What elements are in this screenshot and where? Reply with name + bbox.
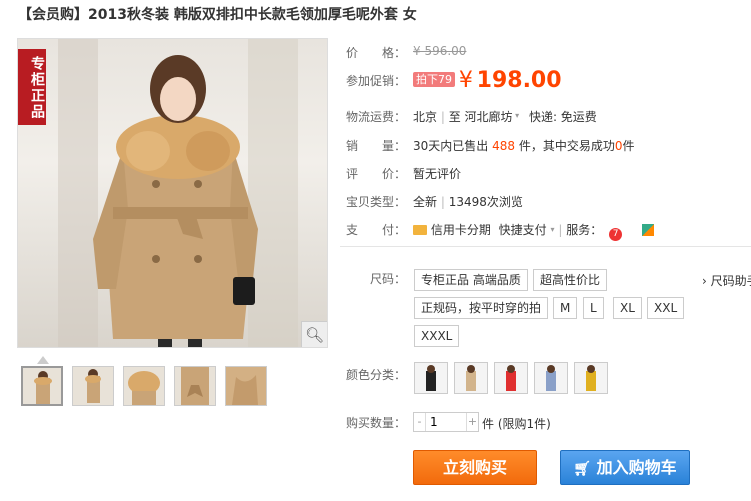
size-option[interactable]: 专柜正品 高端品质 [414,269,528,291]
seven-day-return-icon[interactable]: 7 [609,228,623,241]
divider: | [440,110,449,124]
ship-from: 北京 [413,110,438,124]
cart-icon: 🛒︎ [573,461,592,477]
authentic-tag: 专柜正品 [18,49,46,125]
quantity-input[interactable] [428,413,466,431]
size-helper-text: 尺码助手 [710,274,751,288]
sales-mid-text: 件，其中交易成功 [518,139,615,153]
size-option[interactable]: XXXL [414,325,460,347]
sales-info: 30天内已售出 488 件，其中交易成功0件 [413,137,635,154]
sales-post-text: 件 [622,139,635,153]
size-label: 尺码： [370,272,407,286]
promo-label: 参加促销： [346,74,407,88]
model-in-coat-illustration [93,55,258,347]
currency-symbol: ¥ [458,68,473,93]
size-helper-link[interactable]: › 尺码助手 [702,272,751,289]
promo-price: 198.00 [476,68,562,93]
color-swatch-camel[interactable] [454,362,488,394]
size-option[interactable]: M [553,297,578,319]
quantity-limit: 件 (限购1件) [482,417,551,431]
ship-to-sep: 至 [448,110,461,124]
thumbnail[interactable] [174,366,216,406]
success-count: 0 [614,139,623,153]
size-option[interactable]: L [583,297,604,319]
main-product-image[interactable]: 专柜正品 🔍︎ [17,38,328,348]
price-label: 价 格： [346,46,407,60]
decrement-button[interactable]: - [414,413,426,431]
service-label: 服务： [566,223,603,237]
thumbnail[interactable] [123,366,165,406]
item-type-label: 宝贝类型： [346,195,407,209]
rating-value: 暂无评价 [413,167,462,181]
size-option[interactable]: XL [613,297,642,319]
color-swatch-black[interactable] [414,362,448,394]
color-swatch-red[interactable] [494,362,528,394]
installment-link[interactable]: 信用卡分期 [431,223,491,237]
condition: 全新 [413,195,438,209]
chevron-right-icon: › [702,274,711,288]
color-label: 颜色分类： [346,368,407,382]
view-count: 13498次浏览 [448,195,523,209]
size-option[interactable]: XXL [647,297,685,319]
divider: | [440,195,449,209]
shipping-label: 物流运费： [346,110,407,124]
buy-now-button[interactable]: 立刻购买 [413,450,537,485]
rating-label: 评 价： [346,167,407,181]
product-title: 【会员购】2013秋冬装 韩版双排扣中长款毛领加厚毛呢外套 女 [18,7,417,23]
thumbnail[interactable] [21,366,63,406]
promo-badge: 拍下79 [413,72,455,87]
thumbnail[interactable] [225,366,267,406]
ship-to: 河北廊坊 [464,110,513,124]
thumbnail[interactable] [72,366,114,406]
quantity-label: 购买数量： [346,416,407,430]
shipping-info: 北京 | 至 河北廊坊 ▾ 快递: 免运费 [413,108,597,125]
color-swatch-yellow[interactable] [574,362,608,394]
sales-label: 销 量： [346,139,407,153]
magnifier-icon[interactable]: 🔍︎ [301,321,327,347]
guarantee-icon[interactable] [641,224,654,236]
add-to-cart-label: 加入购物车 [596,458,677,477]
thumbnail-pointer [37,356,49,364]
size-option[interactable]: 超高性价比 [533,269,608,291]
color-swatch-blue[interactable] [534,362,568,394]
payment-label: 支 付： [346,223,407,237]
chevron-down-icon[interactable]: ▾ [551,225,555,234]
quantity-stepper: - + [413,412,479,432]
quick-pay-link[interactable]: 快捷支付 [499,223,547,237]
item-type-info: 全新 | 13498次浏览 [413,193,523,210]
chevron-down-icon: ▾ [512,111,520,120]
credit-card-icon [413,225,427,235]
increment-button[interactable]: + [466,413,478,431]
ship-to-select[interactable]: 河北廊坊 ▾ [465,110,520,124]
add-to-cart-button[interactable]: 🛒︎ 加入购物车 [560,450,690,485]
sold-count: 488 [492,139,516,153]
payment-info: 信用卡分期 快捷支付 ▾ | 服务： 7 [413,221,654,241]
promo-price-group: 拍下79 ¥ 198.00 [413,68,562,93]
express-fee: 快递: 免运费 [528,110,597,124]
divider-line [340,246,751,247]
original-price: ¥ 596.00 [413,44,467,58]
size-option[interactable]: 正规码，按平时穿的拍 [414,297,549,319]
sales-pre-text: 30天内已售出 [413,139,489,153]
